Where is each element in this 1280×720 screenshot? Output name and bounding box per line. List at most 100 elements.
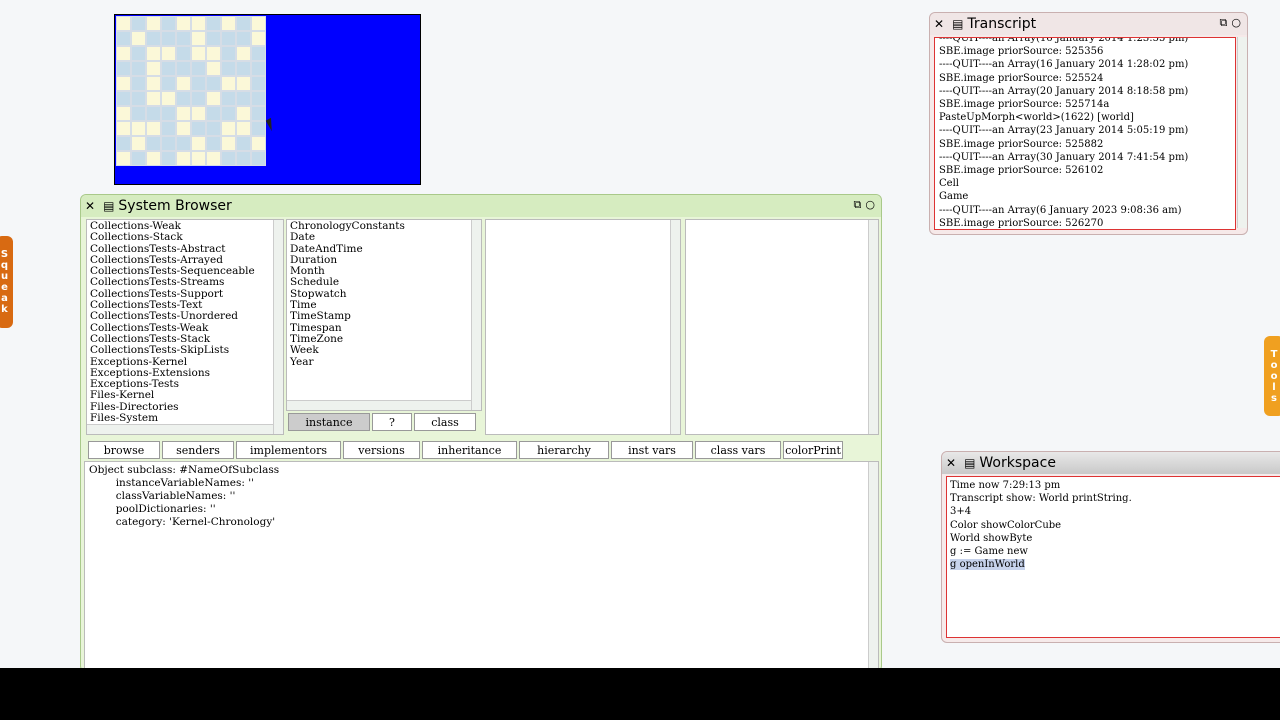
game-cell[interactable] [131,121,146,136]
lights-out-game-morph[interactable] [114,14,421,185]
game-cell[interactable] [176,91,191,106]
game-cell[interactable] [206,16,221,31]
class-list-scrollbar[interactable] [471,220,481,410]
workspace-line[interactable]: g := Game new [950,545,1280,558]
game-cell[interactable] [176,151,191,166]
game-cell[interactable] [206,76,221,91]
transcript-text-pane[interactable]: ----QUIT----an Array(16 January 2014 1:2… [934,37,1236,230]
close-icon[interactable]: ✕ [934,17,944,31]
game-cell[interactable] [161,136,176,151]
class-list-item[interactable]: Week [290,344,478,356]
game-cell[interactable] [251,91,266,106]
game-cell[interactable] [206,121,221,136]
close-icon[interactable]: ✕ [946,456,956,470]
workspace-text[interactable]: Time now 7:29:13 pm Transcript show: Worl… [947,477,1280,573]
game-cell[interactable] [131,151,146,166]
game-cell[interactable] [236,46,251,61]
game-cell[interactable] [221,76,236,91]
hierarchy-button[interactable]: hierarchy [519,441,609,459]
workspace-line[interactable]: g openInWorld [950,558,1280,571]
game-cell[interactable] [206,31,221,46]
game-cell[interactable] [221,61,236,76]
game-cell[interactable] [146,106,161,121]
game-cell[interactable] [116,76,131,91]
protocol-list-scrollbar[interactable] [670,220,680,434]
squeak-flap-tab[interactable]: Squeak [0,236,13,328]
game-cell[interactable] [146,136,161,151]
game-cell[interactable] [146,121,161,136]
game-cell[interactable] [221,91,236,106]
game-cell[interactable] [176,46,191,61]
inst-vars-button[interactable]: inst vars [611,441,693,459]
game-cell[interactable] [191,106,206,121]
game-cell[interactable] [146,16,161,31]
game-cell[interactable] [221,46,236,61]
game-cell[interactable] [191,61,206,76]
class-vars-button[interactable]: class vars [695,441,781,459]
game-cell[interactable] [116,31,131,46]
package-list[interactable]: Collections-Weak Collections-Stack Collect… [87,220,283,425]
game-cell[interactable] [191,121,206,136]
game-cell[interactable] [116,61,131,76]
game-cell[interactable] [191,91,206,106]
game-cell[interactable] [236,151,251,166]
package-list-item[interactable]: Collections-Stack [90,231,280,243]
game-cell[interactable] [236,106,251,121]
game-cell[interactable] [146,61,161,76]
workspace-line[interactable]: Time now 7:29:13 pm [950,479,1280,492]
menu-icon[interactable]: ▤ [103,199,114,213]
game-cell[interactable] [251,121,266,136]
class-list-item[interactable]: Year [290,356,478,368]
game-cell[interactable] [131,106,146,121]
instance-toggle-button[interactable]: instance [288,413,370,431]
package-list-pane[interactable]: Collections-Weak Collections-Stack Collect… [86,219,284,435]
game-cell[interactable] [161,151,176,166]
game-cell[interactable] [251,106,266,121]
game-cell[interactable] [176,31,191,46]
game-cell[interactable] [161,46,176,61]
game-cell[interactable] [236,61,251,76]
game-cell[interactable] [161,31,176,46]
game-cell[interactable] [236,76,251,91]
game-cell[interactable] [191,16,206,31]
game-cell[interactable] [221,151,236,166]
class-list-item[interactable]: Date [290,231,478,243]
game-cell[interactable] [221,106,236,121]
game-cell[interactable] [236,31,251,46]
world-desktop[interactable]: Squeak Tools ✕ ▤ System Browser ⧉ ○ Coll… [0,0,1280,672]
game-cell[interactable] [131,16,146,31]
browser-title-bar[interactable]: ✕ ▤ System Browser ⧉ ○ [81,195,881,217]
game-cell[interactable] [206,61,221,76]
game-cell[interactable] [206,151,221,166]
code-pane[interactable]: Object subclass: #NameOfSubclass instanc… [84,461,879,669]
class-list[interactable]: ChronologyConstants Date DateAndTime Durati… [287,220,481,369]
collapse-icon[interactable]: ⧉ [854,198,862,212]
game-cell[interactable] [131,91,146,106]
workspace-selected-text[interactable]: g openInWorld [950,559,1025,571]
game-cell[interactable] [116,151,131,166]
game-cell[interactable] [116,46,131,61]
game-cell[interactable] [146,31,161,46]
implementors-button[interactable]: implementors [236,441,341,459]
package-list-scrollbar[interactable] [273,220,283,434]
game-cell[interactable] [161,76,176,91]
class-toggle-button[interactable]: class [414,413,476,431]
game-cell[interactable] [131,46,146,61]
workspace-text-pane[interactable]: Time now 7:29:13 pm Transcript show: Worl… [946,476,1280,638]
game-cell[interactable] [221,16,236,31]
transcript-title-bar[interactable]: ✕ ▤ Transcript ⧉ ○ [930,13,1247,35]
game-cell[interactable] [251,151,266,166]
game-cell[interactable] [221,136,236,151]
game-cell[interactable] [251,76,266,91]
game-cell[interactable] [146,46,161,61]
game-cell[interactable] [161,16,176,31]
close-icon[interactable]: ✕ [85,199,95,213]
workspace-line[interactable]: Transcript show: World printString. [950,492,1280,505]
code-pane-scrollbar[interactable] [868,462,878,668]
game-cell[interactable] [131,61,146,76]
workspace-line[interactable]: 3+4 [950,505,1280,518]
package-list-item[interactable]: Files-System [90,412,280,424]
expand-icon[interactable]: ○ [865,198,875,212]
transcript-window[interactable]: ✕ ▤ Transcript ⧉ ○ ----QUIT----an Array(… [929,12,1248,235]
expand-icon[interactable]: ○ [1231,16,1241,30]
